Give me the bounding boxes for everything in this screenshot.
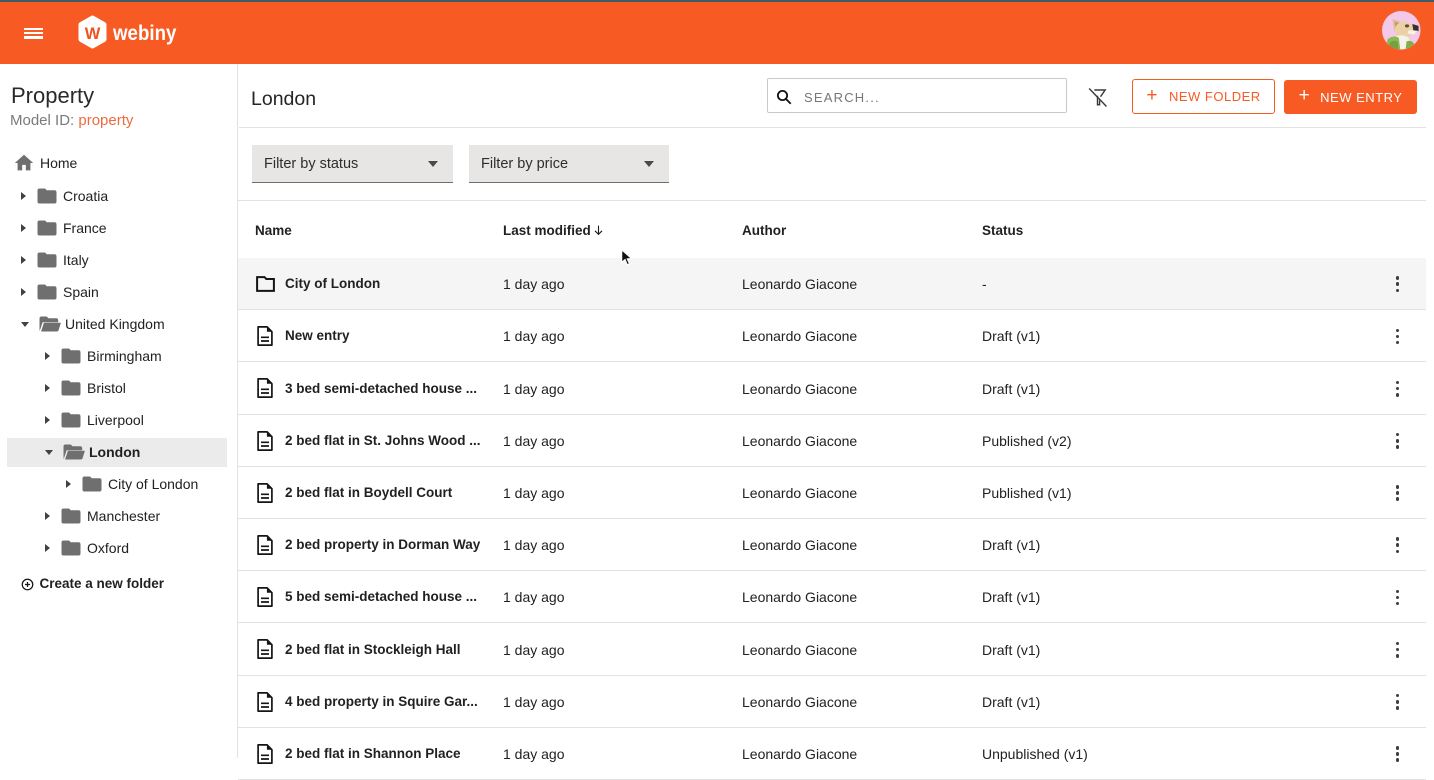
svg-text:W: W xyxy=(85,25,101,43)
